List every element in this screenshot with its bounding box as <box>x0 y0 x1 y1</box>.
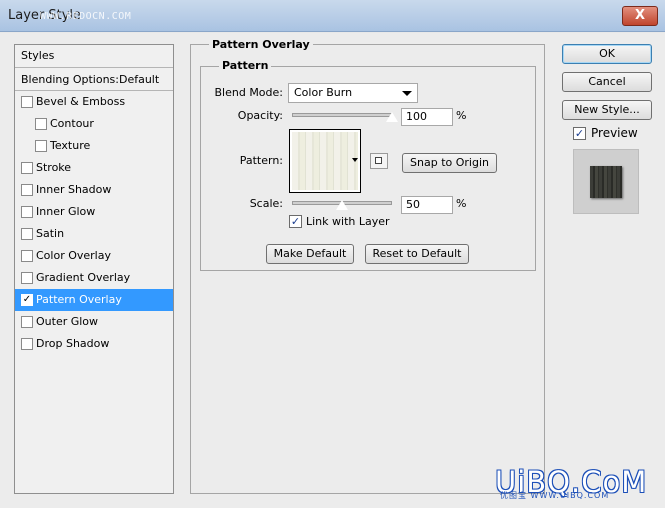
style-items: Bevel & Emboss Contour Texture Stroke Inner … <box>15 91 173 355</box>
style-item-label: Drop Shadow <box>36 337 110 350</box>
link-with-layer-checkbox[interactable]: ✓ <box>289 215 302 228</box>
ok-button[interactable]: OK <box>562 44 652 64</box>
blend-mode-value: Color Burn <box>294 86 353 99</box>
group-title: Pattern <box>219 59 272 72</box>
pattern-swatch[interactable] <box>289 129 361 193</box>
style-item[interactable]: Outer Glow <box>15 311 173 333</box>
style-checkbox[interactable] <box>21 228 33 240</box>
style-item[interactable]: Color Overlay <box>15 245 173 267</box>
style-checkbox[interactable] <box>21 162 33 174</box>
opacity-unit: % <box>456 109 467 122</box>
style-item[interactable]: Bevel & Emboss <box>15 91 173 113</box>
style-checkbox[interactable] <box>21 250 33 262</box>
style-item-label: Stroke <box>36 161 72 174</box>
style-item[interactable]: Drop Shadow <box>15 333 173 355</box>
style-item-label: Bevel & Emboss <box>36 95 126 108</box>
style-checkbox[interactable] <box>21 96 33 108</box>
chevron-down-icon <box>402 91 412 96</box>
style-checkbox[interactable] <box>21 338 33 350</box>
opacity-label: Opacity: <box>237 109 283 122</box>
style-item[interactable]: Gradient Overlay <box>15 267 173 289</box>
watermark-url: 优图宝 WWW.UIBQ.COM <box>500 491 610 500</box>
style-checkbox[interactable] <box>21 206 33 218</box>
watermark-top: WWW.REDOCN.COM <box>40 11 132 22</box>
style-item[interactable]: ✓ Pattern Overlay <box>15 289 173 311</box>
new-style-button[interactable]: New Style... <box>562 100 652 120</box>
scale-slider-thumb[interactable] <box>335 199 349 211</box>
style-item-label: Inner Glow <box>36 205 96 218</box>
new-preset-icon <box>375 157 382 164</box>
section-title: Pattern Overlay <box>209 38 313 51</box>
title-bar: Layer Style WWW.REDOCN.COM X <box>0 0 665 32</box>
style-checkbox[interactable] <box>21 316 33 328</box>
style-item[interactable]: Stroke <box>15 157 173 179</box>
close-button[interactable]: X <box>622 6 658 26</box>
blend-mode-select[interactable]: Color Burn <box>288 83 418 103</box>
preview-swatch <box>590 166 622 198</box>
style-checkbox[interactable] <box>35 140 47 152</box>
reset-to-default-button[interactable]: Reset to Default <box>365 244 469 264</box>
style-item-label: Pattern Overlay <box>36 293 122 306</box>
dialog-body: Styles Blending Options:Default Bevel & … <box>0 33 665 508</box>
opacity-slider-track[interactable] <box>292 113 392 117</box>
make-default-button[interactable]: Make Default <box>266 244 354 264</box>
style-item[interactable]: Contour <box>15 113 173 135</box>
style-item-label: Color Overlay <box>36 249 111 262</box>
pattern-picker-arrow-icon[interactable] <box>352 158 358 162</box>
snap-to-origin-button[interactable]: Snap to Origin <box>402 153 497 173</box>
styles-header[interactable]: Styles <box>15 45 173 68</box>
scale-input[interactable]: 50 <box>401 196 453 214</box>
scale-label: Scale: <box>249 197 283 210</box>
styles-list: Styles Blending Options:Default Bevel & … <box>14 44 174 494</box>
style-item-label: Outer Glow <box>36 315 99 328</box>
blending-options-item[interactable]: Blending Options:Default <box>15 68 173 91</box>
preview-label[interactable]: Preview <box>591 126 638 140</box>
scale-unit: % <box>456 197 467 210</box>
style-item[interactable]: Satin <box>15 223 173 245</box>
blend-mode-label: Blend Mode: <box>214 86 284 99</box>
style-item[interactable]: Texture <box>15 135 173 157</box>
link-with-layer-label[interactable]: Link with Layer <box>306 215 390 228</box>
style-checkbox[interactable] <box>21 184 33 196</box>
style-item[interactable]: Inner Glow <box>15 201 173 223</box>
preview-checkbox[interactable]: ✓ <box>573 127 586 140</box>
style-checkbox[interactable]: ✓ <box>21 294 33 306</box>
pattern-preview <box>292 132 358 190</box>
style-item[interactable]: Inner Shadow <box>15 179 173 201</box>
opacity-slider-thumb[interactable] <box>385 111 399 123</box>
new-preset-button[interactable] <box>370 153 388 169</box>
style-item-label: Inner Shadow <box>36 183 112 196</box>
style-preview <box>573 149 639 214</box>
style-checkbox[interactable] <box>21 272 33 284</box>
cancel-button[interactable]: Cancel <box>562 72 652 92</box>
style-item-label: Texture <box>50 139 91 152</box>
opacity-input[interactable]: 100 <box>401 108 453 126</box>
pattern-label: Pattern: <box>239 154 283 167</box>
style-item-label: Gradient Overlay <box>36 271 131 284</box>
style-item-label: Contour <box>50 117 94 130</box>
style-checkbox[interactable] <box>35 118 47 130</box>
style-item-label: Satin <box>36 227 65 240</box>
